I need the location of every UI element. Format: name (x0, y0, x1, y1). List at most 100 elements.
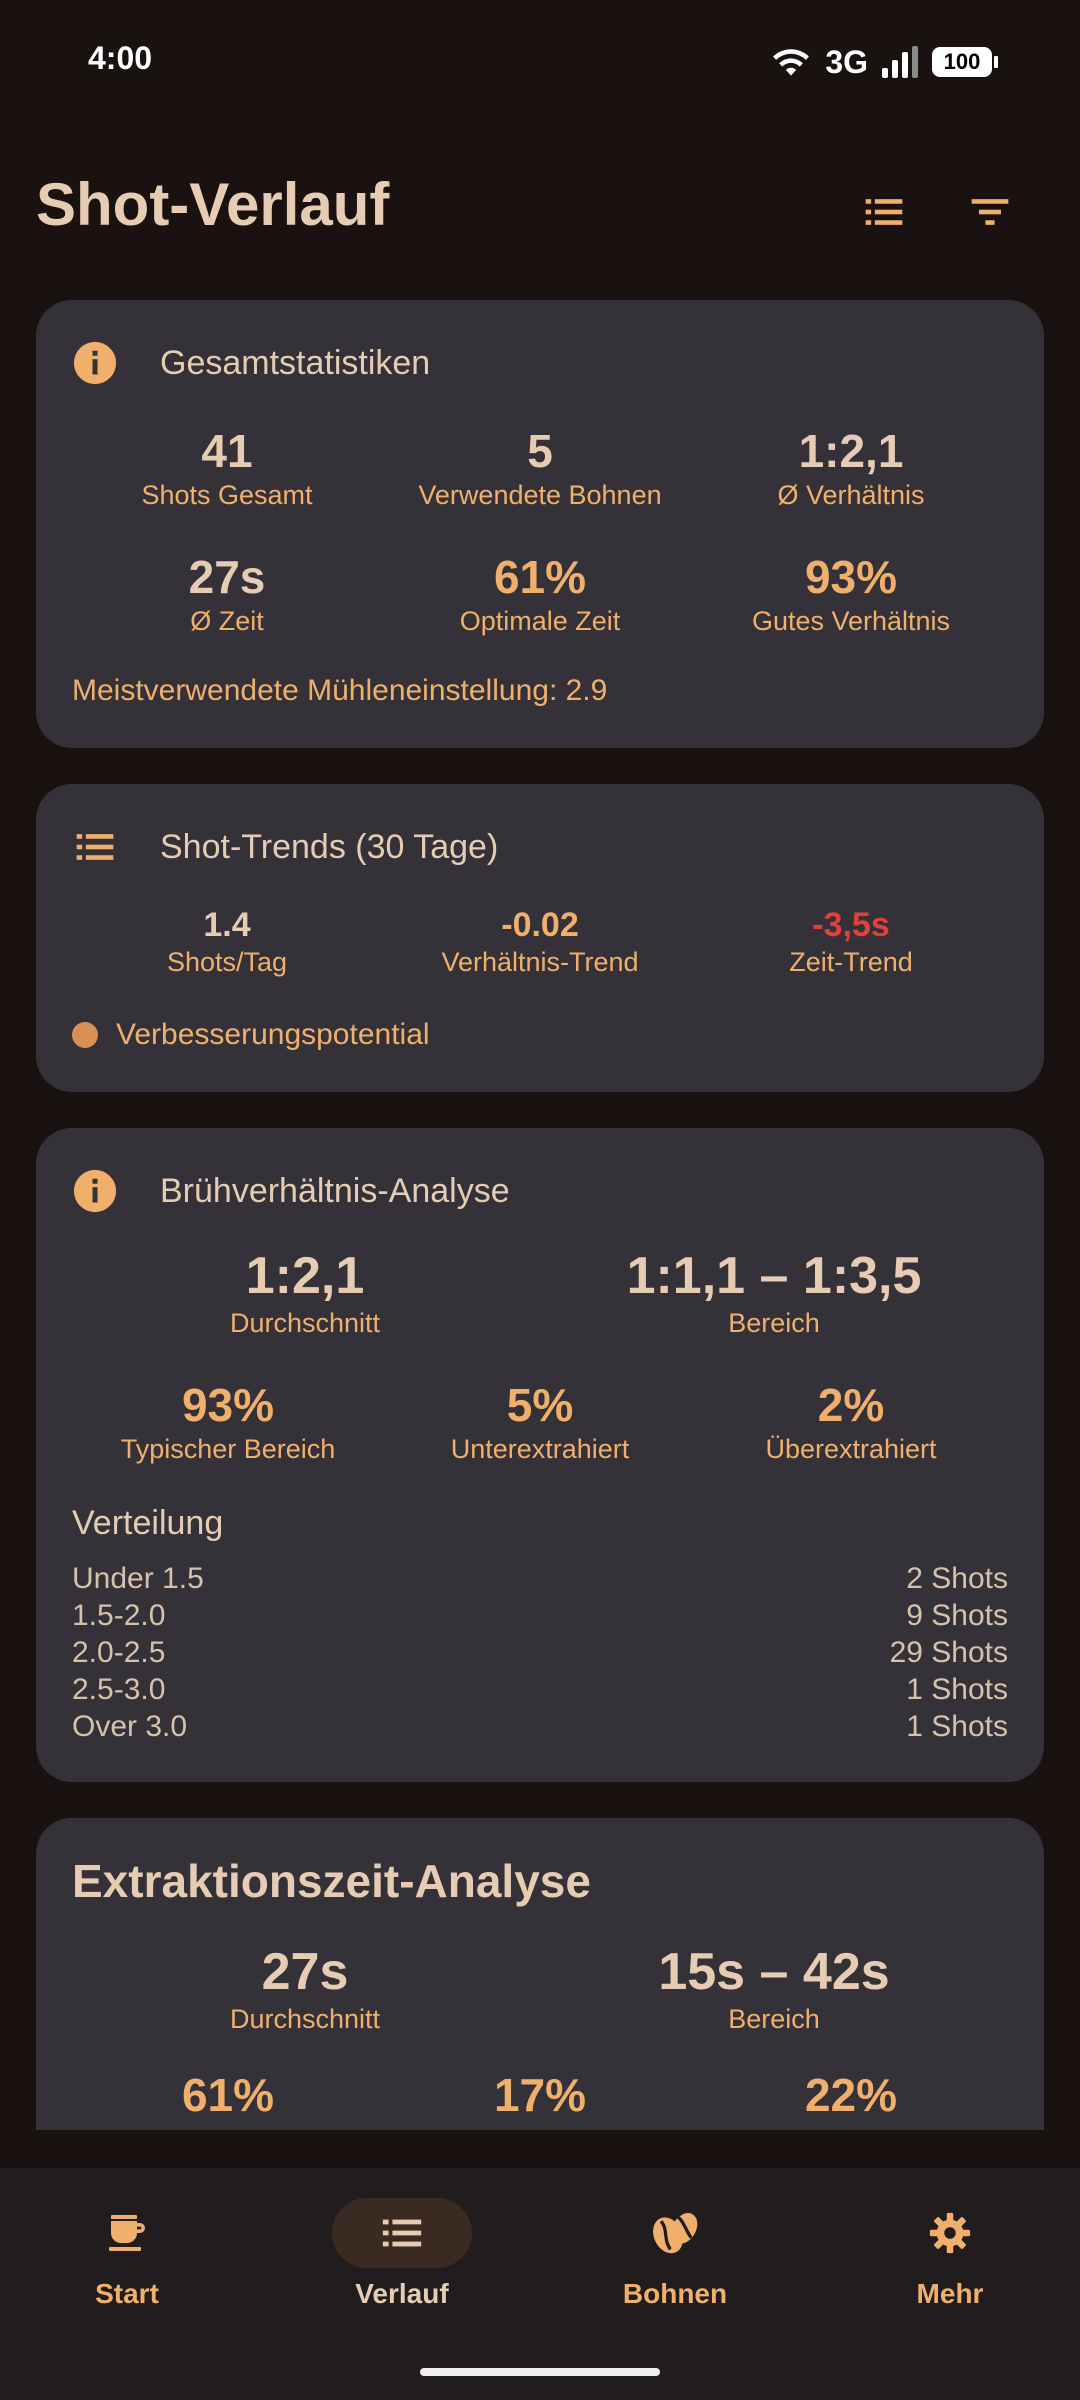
content-scroll[interactable]: Gesamtstatistiken 41 Shots Gesamt 5 Verw… (0, 300, 1080, 2130)
stat-value: 1:2,1 (245, 1247, 365, 1305)
stat-label: Optimale Zeit (459, 606, 621, 636)
network-type: 3G (825, 43, 868, 80)
distribution-count: 1 Shots (906, 1710, 1008, 1743)
distribution-range: 2.0-2.5 (72, 1636, 166, 1669)
stat-label: Typischer Bereich (120, 1434, 336, 1464)
list-view-button[interactable] (852, 180, 916, 244)
stat-value: -0.02 (501, 906, 579, 944)
stat-value: 93% (181, 1379, 275, 1431)
stat-label: Shots/Tag (166, 947, 288, 977)
card-title: Brühverhältnis-Analyse (160, 1171, 510, 1210)
distribution-row: Over 3.0 1 Shots (72, 1710, 1008, 1744)
stat-value: 17% (493, 2069, 587, 2121)
stat-beans-used: 5 Verwendete Bohnen (418, 424, 661, 511)
status-icons: 3G 100 (771, 40, 998, 84)
wifi-icon (773, 49, 810, 76)
nav-pill-active (332, 2198, 472, 2268)
stat-value: 93% (804, 551, 898, 603)
nav-label: Bohnen (622, 2278, 728, 2309)
stat-label: Ø Verhältnis (777, 480, 925, 510)
ratio-over: 2% Überextrahiert (765, 1378, 936, 1465)
stat-value: 41 (201, 425, 253, 477)
grinder-setting-note: Meistverwendete Mühleneinstellung: 2.9 (72, 674, 608, 707)
filter-icon (971, 199, 1009, 225)
battery-icon: 100 (932, 47, 998, 77)
stat-value: 1:2,1 (798, 425, 904, 477)
stat-time-trend: -3,5s Zeit-Trend (789, 906, 913, 978)
app-header: Shot-Verlauf (0, 150, 1080, 270)
stat-value: 5 (527, 425, 553, 477)
distribution-title: Verteilung (72, 1504, 224, 1542)
ratio-range: 1:1,1 – 1:3,5 Bereich (627, 1246, 922, 1339)
coffee-cup-icon (109, 2215, 145, 2251)
extraction-range: 15s – 42s Bereich (658, 1942, 889, 2035)
stat-label: Zeit-Trend (789, 947, 913, 977)
nav-item-mehr[interactable]: Mehr (850, 2198, 1050, 2338)
ratio-typical: 93% Typischer Bereich (121, 1378, 336, 1465)
list-icon (865, 199, 903, 225)
stat-value: 1.4 (203, 906, 251, 944)
stat-label: Gutes Verhältnis (751, 606, 951, 636)
stat-label: Shots Gesamt (141, 480, 313, 510)
stat-optimal-time: 61% Optimale Zeit (460, 550, 621, 637)
distribution-range: 2.5-3.0 (72, 1673, 166, 1706)
nav-item-verlauf[interactable]: Verlauf (302, 2198, 502, 2338)
ratio-under: 5% Unterextrahiert (451, 1378, 630, 1465)
trend-status: Verbesserungspotential (72, 1018, 430, 1052)
nav-pill (57, 2198, 197, 2268)
card-title: Gesamtstatistiken (160, 343, 431, 382)
stat-label: Überextrahiert (765, 1434, 937, 1464)
distribution-row: Under 1.5 2 Shots (72, 1562, 1008, 1596)
extraction-stat-1: 61% (182, 2068, 274, 2122)
signal-icon (882, 46, 918, 78)
stat-label: Durchschnitt (229, 2004, 381, 2034)
stat-shots-per-day: 1.4 Shots/Tag (167, 906, 287, 978)
list-icon (382, 2219, 422, 2247)
status-dot (72, 1022, 98, 1048)
stat-label: Bereich (728, 1308, 820, 1338)
stat-good-ratio: 93% Gutes Verhältnis (752, 550, 950, 637)
stat-value: 1:1,1 – 1:3,5 (626, 1247, 922, 1305)
card-title: Extraktionszeit-Analyse (72, 1855, 591, 1907)
stat-value: 15s – 42s (658, 1943, 890, 2001)
distribution-count: 1 Shots (906, 1673, 1008, 1706)
ratio-average: 1:2,1 Durchschnitt (230, 1246, 380, 1339)
home-indicator[interactable] (420, 2368, 660, 2376)
stat-value: 27s (261, 1943, 349, 2001)
stat-value: 27s (188, 551, 266, 603)
nav-label: Mehr (916, 2278, 984, 2309)
nav-pill (605, 2198, 745, 2268)
stat-label: Verhältnis-Trend (441, 947, 639, 977)
filter-button[interactable] (958, 180, 1022, 244)
stat-value: 5% (506, 1379, 574, 1431)
nav-label: Verlauf (355, 2278, 449, 2309)
stat-avg-ratio: 1:2,1 Ø Verhältnis (777, 424, 924, 511)
stat-value: 61% (181, 2069, 275, 2121)
distribution-range: 1.5-2.0 (72, 1599, 166, 1632)
stat-label: Ø Zeit (190, 606, 264, 636)
trend-status-label: Verbesserungspotential (116, 1018, 430, 1051)
info-icon (73, 341, 117, 385)
nav-item-bohnen[interactable]: Bohnen (575, 2198, 775, 2338)
card-title: Shot-Trends (30 Tage) (160, 827, 499, 866)
extraction-stat-2: 17% (494, 2068, 586, 2122)
gear-icon (929, 2212, 971, 2254)
extraction-analysis-card: Extraktionszeit-Analyse 27s Durchschnitt… (36, 1818, 1044, 2130)
card-header: Brühverhältnis-Analyse (72, 1168, 510, 1214)
list-icon (76, 834, 114, 860)
stat-label: Verwendete Bohnen (418, 480, 662, 510)
battery-level: 100 (943, 49, 981, 74)
page-title: Shot-Verlauf (36, 171, 390, 238)
stat-label: Unterextrahiert (450, 1434, 630, 1464)
stat-label: Durchschnitt (229, 1308, 381, 1338)
nav-item-start[interactable]: Start (27, 2198, 227, 2338)
card-header: Gesamtstatistiken (72, 340, 430, 386)
distribution-count: 29 Shots (889, 1636, 1008, 1669)
coffee-bean-icon (653, 2213, 698, 2254)
stat-ratio-trend: -0.02 Verhältnis-Trend (441, 906, 638, 978)
distribution-range: Under 1.5 (72, 1562, 204, 1595)
nav-pill (880, 2198, 1020, 2268)
status-time: 4:00 (88, 40, 153, 76)
stat-total-shots: 41 Shots Gesamt (141, 424, 312, 511)
distribution-row: 1.5-2.0 9 Shots (72, 1599, 1008, 1633)
